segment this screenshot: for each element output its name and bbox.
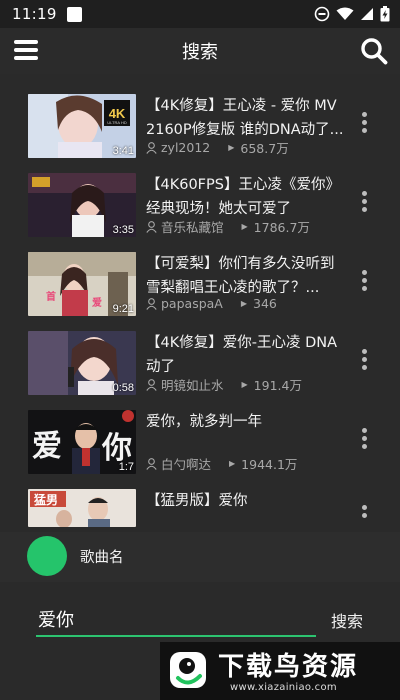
status-time: 11:19: [12, 5, 57, 23]
watermark-url: www.xiazainiao.com: [230, 682, 337, 693]
video-thumbnail[interactable]: 首 爱 9:21: [28, 252, 136, 316]
video-thumbnail[interactable]: 0:58: [28, 331, 136, 395]
video-title: 【猛男版】爱你: [146, 493, 248, 509]
video-meta: 白勺啊达 ▶ 1944.1万: [146, 454, 297, 473]
video-thumbnail[interactable]: 猛男: [28, 489, 136, 527]
play-count-icon: ▶: [229, 459, 236, 468]
more-options-button[interactable]: [360, 270, 368, 296]
video-views: 658.7万: [240, 141, 289, 156]
video-views: 1944.1万: [241, 457, 298, 472]
list-item[interactable]: 爱 你 1:7 爱你，就多判一年 白勺啊达 ▶ 1944.1万: [0, 402, 400, 481]
notification-icon: [66, 6, 82, 22]
do-not-disturb-icon: [314, 6, 330, 22]
more-options-button[interactable]: [360, 349, 368, 375]
video-duration: 1:7: [118, 461, 134, 473]
video-uploader: 明镜如止水: [161, 378, 224, 393]
menu-button[interactable]: [14, 40, 38, 60]
video-title: 【4K修复】爱你-王心凌 DNA动了: [146, 335, 338, 375]
svg-text:4K: 4K: [109, 106, 126, 121]
wifi-icon: [336, 7, 354, 20]
more-options-button[interactable]: [360, 191, 368, 217]
watermark: 下载鸟资源 www.xiazainiao.com: [160, 642, 400, 700]
video-views: 346: [253, 296, 277, 311]
svg-text:ULTRA HD: ULTRA HD: [107, 120, 127, 125]
search-icon[interactable]: [360, 37, 388, 65]
play-count-icon: ▶: [241, 222, 248, 231]
more-options-button[interactable]: [360, 112, 368, 138]
search-submit-button[interactable]: 搜索: [331, 608, 363, 632]
video-meta: 音乐私藏馆 ▶ 1786.7万: [146, 217, 310, 236]
more-options-button[interactable]: [360, 505, 368, 527]
video-views: 191.4万: [253, 378, 302, 393]
menu-icon-bar: [14, 48, 38, 52]
svg-text:爱: 爱: [92, 296, 102, 309]
svg-text:爱: 爱: [32, 429, 62, 464]
play-count-icon: ▶: [228, 143, 235, 152]
list-item[interactable]: 0:58 【4K修复】爱你-王心凌 DNA动了 明镜如止水 ▶ 191.4万: [0, 323, 400, 402]
mini-player[interactable]: 歌曲名: [0, 532, 400, 582]
watermark-logo-icon: [170, 652, 206, 688]
album-art[interactable]: [27, 536, 67, 576]
video-title: 爱你，就多判一年: [146, 414, 262, 430]
battery-charging-icon: [380, 6, 390, 22]
video-thumbnail[interactable]: 3:35: [28, 173, 136, 237]
video-meta: 明镜如止水 ▶ 191.4万: [146, 375, 302, 394]
video-duration: 9:21: [112, 303, 134, 315]
video-meta: papaspaA ▶ 346: [146, 296, 277, 311]
play-count-icon: ▶: [241, 380, 248, 389]
video-duration: 3:41: [112, 145, 134, 157]
video-views: 1786.7万: [253, 220, 310, 235]
list-item[interactable]: 3:35 【4K60FPS】王心凌《爱你》经典现场！她太可爱了 音乐私藏馆 ▶ …: [0, 165, 400, 244]
results-list: 4K ULTRA HD 3:41 【4K修复】王心凌 - 爱你 MV 2160P…: [0, 86, 400, 527]
play-count-icon: ▶: [240, 299, 248, 308]
video-duration: 3:35: [112, 224, 134, 236]
user-icon: [146, 141, 157, 154]
list-item[interactable]: 首 爱 9:21 【可爱梨】你们有多久没听到雪梨翻唱王心凌的歌了？... pap…: [0, 244, 400, 323]
search-bar: 搜索: [0, 600, 400, 640]
video-uploader: zyl2012: [161, 140, 211, 155]
status-icons: [314, 6, 390, 22]
more-options-button[interactable]: [360, 428, 368, 454]
signal-icon: [361, 8, 373, 20]
video-title: 【可爱梨】你们有多久没听到雪梨翻唱王心凌的歌了？...: [146, 256, 335, 296]
video-title: 【4K60FPS】王心凌《爱你》经典现场！她太可爱了: [146, 177, 340, 217]
status-bar: 11:19: [0, 0, 400, 28]
video-meta: zyl2012 ▶ 658.7万: [146, 138, 289, 157]
video-uploader: papaspaA: [161, 296, 223, 311]
search-input[interactable]: [38, 604, 316, 634]
user-icon: [146, 220, 157, 233]
list-item[interactable]: 4K ULTRA HD 3:41 【4K修复】王心凌 - 爱你 MV 2160P…: [0, 86, 400, 165]
svg-text:首: 首: [46, 290, 56, 303]
search-input-underline: [36, 635, 316, 637]
menu-icon-bar: [14, 40, 38, 44]
list-item[interactable]: 猛男 【猛男版】爱你: [0, 481, 400, 527]
thumbnail-image: 猛男: [28, 489, 136, 527]
user-icon: [146, 297, 157, 310]
video-thumbnail[interactable]: 爱 你 1:7: [28, 410, 136, 474]
svg-text:猛男: 猛男: [33, 492, 58, 507]
video-thumbnail[interactable]: 4K ULTRA HD 3:41: [28, 94, 136, 158]
video-uploader: 音乐私藏馆: [161, 220, 224, 235]
page-title: 搜索: [182, 42, 218, 63]
user-icon: [146, 378, 157, 391]
menu-icon-bar: [14, 56, 38, 60]
song-name: 歌曲名: [80, 550, 124, 566]
app-bar: 搜索: [0, 28, 400, 74]
video-duration: 0:58: [112, 382, 134, 394]
watermark-title: 下载鸟资源: [218, 652, 359, 682]
video-uploader: 白勺啊达: [161, 457, 212, 472]
user-icon: [146, 457, 157, 470]
video-title: 【4K修复】王心凌 - 爱你 MV 2160P修复版 谁的DNA动了...: [146, 98, 344, 138]
